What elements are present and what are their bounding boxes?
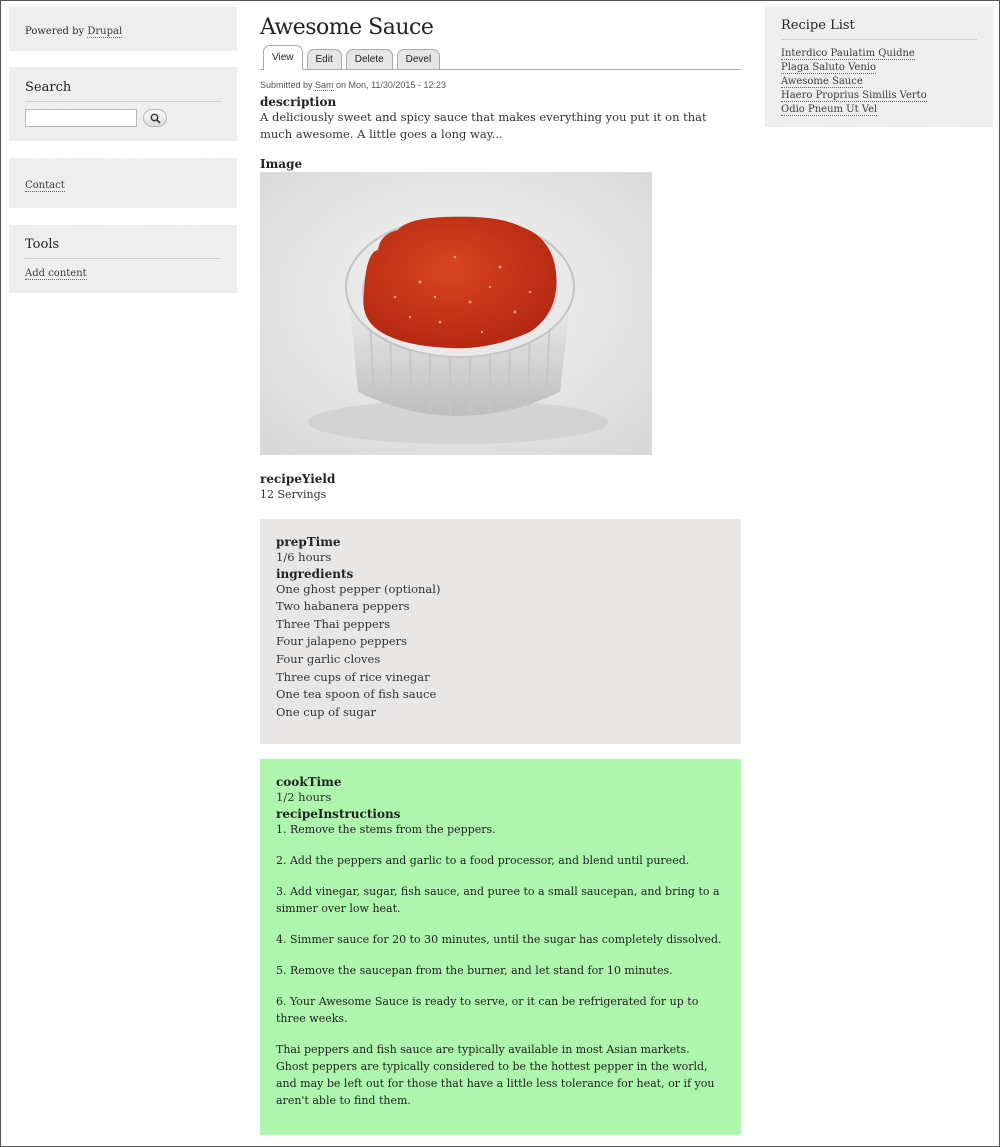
ingredient-item: Four jalapeno peppers: [276, 634, 408, 649]
recipe-list-item[interactable]: Awesome Sauce: [781, 76, 863, 88]
image-label: Image: [260, 157, 303, 171]
instructions-list: 1. Remove the stems from the peppers. 2.…: [276, 821, 725, 1109]
tab-devel[interactable]: Devel: [396, 49, 441, 69]
prep-time-label: prepTime: [276, 535, 341, 549]
instruction-step: 2. Add the peppers and garlic to a food …: [276, 853, 690, 867]
yield-value: 12 Servings: [260, 488, 327, 501]
recipe-list-block: Recipe List Interdico Paulatim Quidne Pl…: [765, 7, 993, 127]
author-link[interactable]: Sam: [315, 80, 334, 91]
recipe-list-item[interactable]: Interdico Paulatim Quidne: [781, 48, 915, 60]
ingredient-item: Three Thai peppers: [276, 616, 391, 631]
instruction-step: 1. Remove the stems from the peppers.: [276, 822, 496, 836]
search-block-title: Search: [25, 80, 221, 102]
yield-label: recipeYield: [260, 472, 336, 486]
powered-by-block: Powered by Drupal: [9, 7, 237, 51]
instruction-step: 3. Add vinegar, sugar, fish sauce, and p…: [276, 884, 720, 915]
add-content-link[interactable]: Add content: [25, 268, 87, 280]
ingredient-item: Four garlic cloves: [276, 651, 381, 666]
contact-link[interactable]: Contact: [25, 180, 65, 192]
tab-edit[interactable]: Edit: [306, 49, 342, 69]
instruction-step: 4. Simmer sauce for 20 to 30 minutes, un…: [276, 932, 722, 946]
recipe-image: [260, 172, 741, 455]
ingredients-label: ingredients: [276, 566, 354, 581]
tab-delete[interactable]: Delete: [345, 49, 393, 69]
node-tabs: View Edit Delete Devel: [260, 45, 741, 70]
instruction-step: 6. Your Awesome Sauce is ready to serve,…: [276, 994, 699, 1025]
tab-view[interactable]: View: [263, 45, 303, 70]
prep-time-value: 1/6 hours: [276, 550, 332, 564]
tools-block-title: Tools: [25, 237, 221, 259]
instruction-step: 5. Remove the saucepan from the burner, …: [276, 963, 673, 977]
recipe-list-title: Recipe List: [781, 18, 977, 40]
recipe-list: Interdico Paulatim Quidne Plaga Saluto V…: [781, 47, 977, 117]
search-icon: [150, 113, 161, 124]
recipe-list-item[interactable]: Haero Proprius Similis Verto: [781, 90, 927, 102]
cook-instructions-box: cookTime 1/2 hours recipeInstructions 1.…: [260, 759, 741, 1135]
page-title: Awesome Sauce: [260, 15, 434, 40]
instruction-note: Thai peppers and fish sauce are typicall…: [276, 1042, 715, 1107]
search-form: [25, 109, 221, 127]
tools-block: Tools Add content: [9, 225, 237, 293]
cook-time-value: 1/2 hours: [276, 790, 332, 804]
description-label: description: [260, 95, 337, 109]
recipe-list-item[interactable]: Plaga Saluto Venio: [781, 62, 876, 74]
drupal-link[interactable]: Drupal: [87, 26, 123, 38]
ingredient-item: One cup of sugar: [276, 704, 377, 719]
cook-time-label: cookTime: [276, 775, 342, 789]
search-block: Search: [9, 67, 237, 141]
ingredient-item: Two habanera peppers: [276, 599, 410, 614]
instructions-label: recipeInstructions: [276, 806, 401, 821]
powered-by-text: Powered by Drupal: [25, 26, 123, 38]
ingredient-item: One ghost pepper (optional): [276, 581, 441, 596]
submitted-line: Submitted by Sam on Mon, 11/30/2015 - 12…: [260, 80, 446, 91]
prep-ingredients-box: prepTime 1/6 hours ingredients One ghost…: [260, 519, 741, 744]
recipe-list-item[interactable]: Odio Pneum Ut Vel: [781, 104, 878, 116]
ingredient-item: One tea spoon of fish sauce: [276, 687, 437, 702]
ingredient-item: Three cups of rice vinegar: [276, 669, 430, 684]
main-content: Awesome Sauce View Edit Delete Devel Sub…: [260, 1, 741, 503]
description-text: A deliciously sweet and spicy sauce that…: [260, 110, 707, 141]
search-input[interactable]: [25, 109, 137, 127]
contact-block: Contact: [9, 158, 237, 208]
search-button[interactable]: [143, 109, 167, 127]
ingredients-list: One ghost pepper (optional) Two habanera…: [276, 581, 725, 722]
